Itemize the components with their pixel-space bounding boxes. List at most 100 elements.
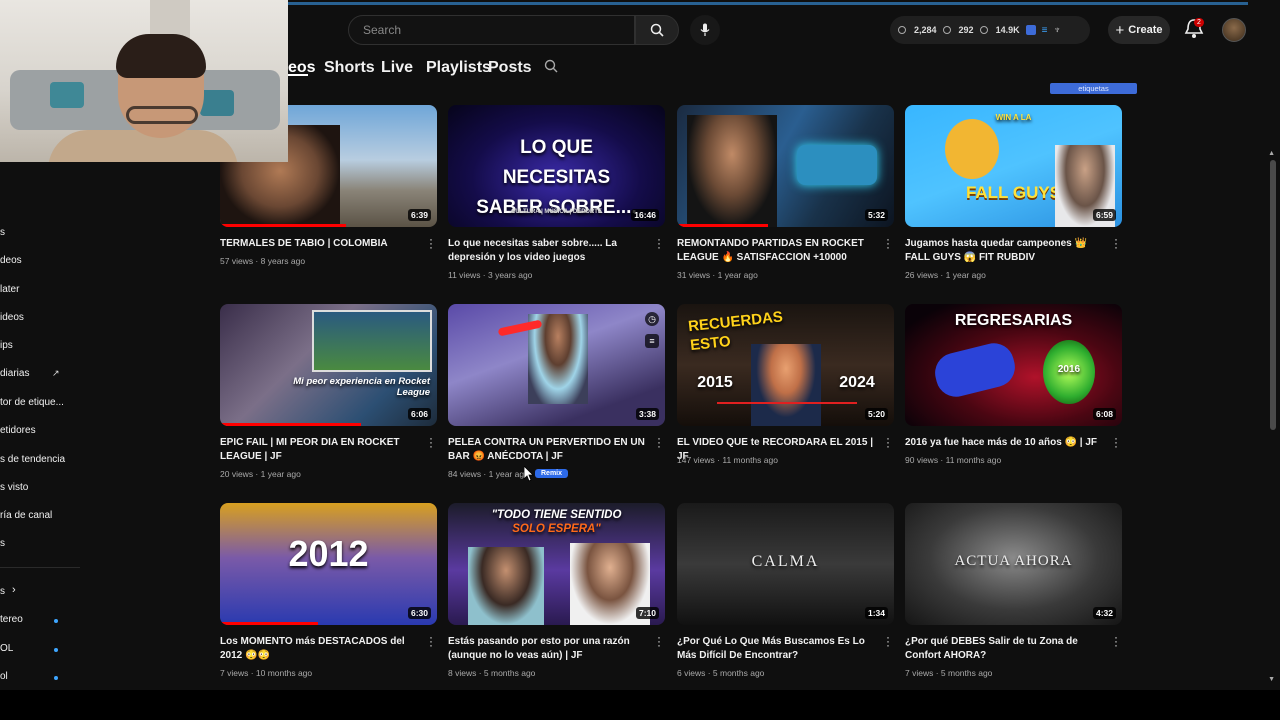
sidebar-item[interactable]: s (0, 227, 5, 238)
webcam-pillow (200, 90, 234, 116)
thumbnail-text: 2012 (288, 533, 369, 574)
tab-shorts[interactable]: Shorts (324, 59, 375, 77)
more-options-icon[interactable]: · · · (1114, 631, 1118, 651)
voice-search-button[interactable] (690, 15, 720, 45)
webcam-person-hair (116, 34, 206, 78)
scroll-up-arrow-icon[interactable]: ▲ (1268, 150, 1275, 157)
thumbnail-year-b: 2024 (839, 374, 875, 391)
sidebar-item[interactable]: s de tendencia (0, 454, 65, 465)
watch-later-icon[interactable]: ◷ (645, 312, 659, 326)
webcam-overlay (0, 0, 288, 162)
video-title[interactable]: 2016 ya fue hace más de 10 años 😳 | JF (905, 436, 1105, 450)
video-meta: 31 views · 1 year ago (677, 270, 758, 280)
video-meta: 7 views · 10 months ago (220, 668, 313, 678)
thumbnail-timeline (717, 402, 857, 404)
video-thumbnail[interactable]: LO QUE NECESITAS SABER SOBRE.... CULTURA… (448, 105, 665, 227)
video-title[interactable]: REMONTANDO PARTIDAS EN ROCKET LEAGUE 🔥 S… (677, 237, 877, 265)
thumbnail-text: CALMA (751, 553, 820, 570)
video-thumbnail[interactable]: FALL GUYS WIN A LA 6:59 (905, 105, 1122, 227)
video-title[interactable]: Jugamos hasta quedar campeones 👑 FALL GU… (905, 237, 1105, 265)
more-options-icon[interactable]: · · · (886, 631, 890, 651)
add-to-queue-icon[interactable]: ≡ (645, 334, 659, 348)
sidebar-item[interactable]: tor de etique... (0, 397, 64, 408)
video-title[interactable]: EPIC FAIL | MI PEOR DIA EN ROCKET LEAGUE… (220, 436, 420, 464)
watch-progress-bar (220, 622, 318, 625)
search-button[interactable] (635, 15, 679, 45)
video-title[interactable]: Los MOMENTO más DESTACADOS del 2012 😳😳 (220, 635, 420, 663)
search-icon[interactable] (544, 59, 558, 73)
extension-icon[interactable] (1025, 25, 1036, 35)
video-thumbnail[interactable]: 2012 6:30 (220, 503, 437, 625)
more-options-icon[interactable]: · · · (429, 432, 433, 452)
more-options-icon[interactable]: · · · (429, 631, 433, 651)
more-options-icon[interactable]: · · · (1114, 233, 1118, 253)
video-title[interactable]: TERMALES DE TABIO | COLOMBIA (220, 237, 420, 251)
more-options-icon[interactable]: · · · (429, 233, 433, 253)
tags-badge[interactable]: etiquetas (1050, 83, 1137, 94)
sidebar-item[interactable]: OL (0, 643, 13, 654)
scroll-down-arrow-icon[interactable]: ▼ (1268, 676, 1275, 683)
stat-subs: 14.9K (995, 25, 1020, 35)
sidebar-item[interactable]: s visto (0, 482, 28, 493)
sidebar-item[interactable]: tereo (0, 614, 23, 625)
sidebar-item[interactable]: s (0, 586, 5, 597)
video-thumbnail[interactable]: RECUERDAS ESTO 2015 2024 5:20 (677, 304, 894, 426)
sidebar: s deos later ideos ips diarias ↗ tor de … (0, 162, 80, 682)
video-thumbnail[interactable]: 5:32 (677, 105, 894, 227)
more-options-icon[interactable]: · · · (886, 432, 890, 452)
sidebar-item[interactable]: diarias (0, 368, 29, 379)
loading-bar (288, 2, 1248, 5)
video-title[interactable]: ¿Por qué DEBES Salir de tu Zona de Confo… (905, 635, 1105, 663)
sidebar-item[interactable]: ideos (0, 312, 24, 323)
video-duration: 6:30 (407, 607, 431, 619)
video-duration: 16:46 (631, 209, 659, 221)
plus-icon: + (1115, 21, 1125, 39)
sidebar-divider (0, 567, 80, 568)
sidebar-item[interactable]: ol (0, 671, 8, 682)
create-button[interactable]: + Create (1108, 16, 1170, 44)
sidebar-item[interactable]: s (0, 538, 5, 549)
more-options-icon[interactable]: · · · (657, 432, 661, 452)
more-options-icon[interactable]: · · · (657, 233, 661, 253)
trophy-icon[interactable]: ♆ (1053, 25, 1061, 36)
more-options-icon[interactable]: · · · (886, 233, 890, 253)
webcam-person-shirt (48, 130, 238, 162)
avatar[interactable] (1222, 18, 1246, 42)
tab-playlists[interactable]: Playlists (426, 59, 491, 77)
video-duration: 7:10 (635, 607, 659, 619)
video-thumbnail[interactable]: "TODO TIENE SENTIDO SOLO ESPERA" 7:10 (448, 503, 665, 625)
sidebar-item[interactable]: deos (0, 255, 22, 266)
search-icon (650, 23, 664, 37)
watch-progress-bar (220, 423, 362, 426)
thumbnail-subtext: WIN A LA (995, 113, 1032, 122)
search-input[interactable]: Search (348, 15, 635, 45)
sidebar-item[interactable]: ips (0, 340, 13, 351)
more-options-icon[interactable]: · · · (657, 631, 661, 651)
sidebar-item[interactable]: later (0, 284, 19, 295)
scrollbar-thumb[interactable] (1270, 160, 1276, 430)
video-title[interactable]: PELEA CONTRA UN PERVERTIDO EN UN BAR 😡 A… (448, 436, 648, 464)
menu-lines-icon[interactable]: ≡ (1042, 25, 1048, 36)
tab-live[interactable]: Live (381, 59, 413, 77)
video-thumbnail[interactable]: REGRESARIAS 2016 6:08 (905, 304, 1122, 426)
video-meta: 57 views · 8 years ago (220, 256, 306, 266)
video-thumbnail[interactable]: ◷ ≡ 3:38 (448, 304, 665, 426)
video-duration: 6:39 (407, 209, 431, 221)
video-thumbnail[interactable]: CALMA 1:34 (677, 503, 894, 625)
sidebar-item[interactable]: etidores (0, 425, 36, 436)
tab-posts[interactable]: Posts (488, 59, 532, 77)
video-title[interactable]: Estás pasando por esto por una razón (au… (448, 635, 648, 663)
stat-watching: 292 (958, 25, 974, 35)
sidebar-item[interactable]: ría de canal (0, 510, 52, 521)
video-thumbnail[interactable]: ACTUA AHORA 4:32 (905, 503, 1122, 625)
video-thumbnail[interactable]: Mi peor experiencia en Rocket League 6:0… (220, 304, 437, 426)
more-options-icon[interactable]: · · · (1114, 432, 1118, 452)
thumbnail-year-a: 2015 (697, 374, 733, 391)
studio-stats-pill[interactable]: 2,284 292 14.9K ≡ ♆ (890, 16, 1090, 44)
remix-button[interactable]: Remix (535, 469, 569, 478)
video-title[interactable]: Lo que necesitas saber sobre..... La dep… (448, 237, 648, 265)
thumbnail-text: "TODO TIENE SENTIDO (491, 509, 622, 521)
bottom-letterbox (0, 690, 1280, 720)
video-title[interactable]: ¿Por Qué Lo Que Más Buscamos Es Lo Más D… (677, 635, 877, 663)
thumbnail-car (797, 145, 877, 185)
